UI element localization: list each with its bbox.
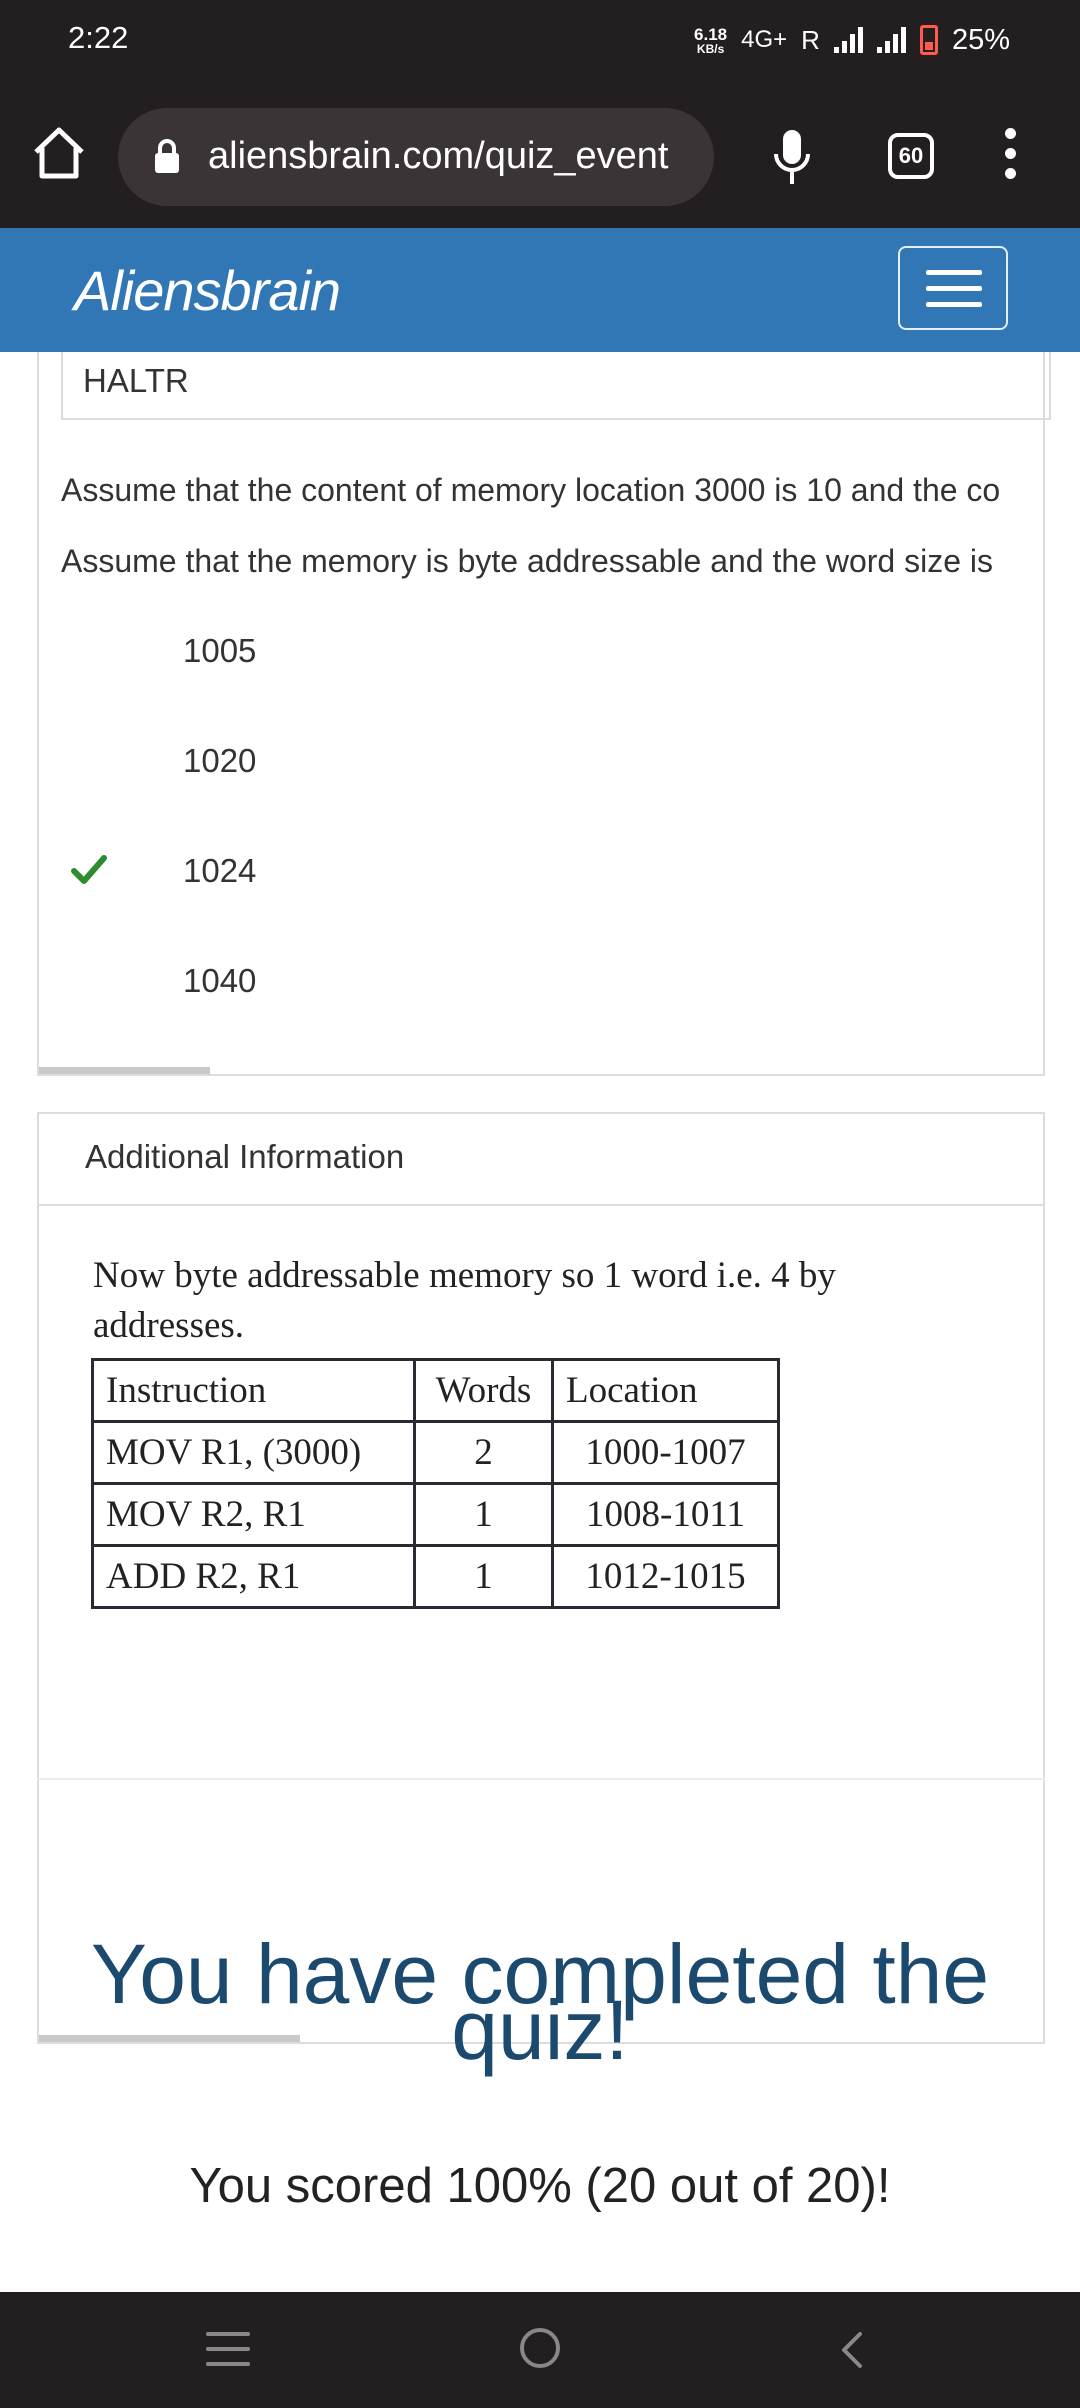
battery-icon xyxy=(919,25,938,55)
additional-info-card: Additional Information Now byte addressa… xyxy=(37,1112,1045,2044)
address-bar[interactable]: aliensbrain.com/quiz_event xyxy=(118,108,714,206)
url-text: aliensbrain.com/quiz_event xyxy=(208,135,669,177)
tab-switcher-button[interactable]: 60 xyxy=(888,133,934,179)
table-cell: 1012-1015 xyxy=(551,1544,780,1609)
table-cell: 2 xyxy=(413,1420,554,1485)
table-cell: 1 xyxy=(413,1482,554,1547)
browser-toolbar: aliensbrain.com/quiz_event 60 xyxy=(0,82,1080,228)
question-text: Assume that the memory is byte addressab… xyxy=(61,543,993,579)
table-header-row: Instruction Words Location xyxy=(91,1358,780,1423)
answer-option[interactable]: 1005 xyxy=(39,602,1039,702)
horizontal-scrollbar[interactable] xyxy=(39,1067,210,1074)
table-header: Words xyxy=(413,1358,554,1423)
hamburger-menu-button[interactable] xyxy=(898,246,1008,330)
solution-table: Instruction Words Location MOV R1, (3000… xyxy=(91,1358,780,1609)
answer-option-correct[interactable]: 1024 xyxy=(39,822,1039,922)
more-options-icon[interactable] xyxy=(1000,128,1020,186)
recent-apps-icon[interactable] xyxy=(206,2332,250,2368)
home-icon[interactable] xyxy=(30,124,88,182)
microphone-icon[interactable] xyxy=(772,128,812,188)
additional-info-title: Additional Information xyxy=(85,1138,405,1175)
option-label: 1040 xyxy=(183,962,257,999)
battery-level: 25% xyxy=(951,23,1010,56)
table-cell: ADD R2, R1 xyxy=(91,1544,416,1609)
lock-icon xyxy=(155,139,179,173)
signal-icon xyxy=(833,27,863,53)
table-cell: 1008-1011 xyxy=(551,1482,780,1547)
signal-icon xyxy=(876,27,906,53)
solution-text: addresses. xyxy=(93,1305,245,1346)
option-label: 1020 xyxy=(183,742,257,779)
status-time: 2:22 xyxy=(68,20,129,55)
previous-option-box: HALTR xyxy=(61,352,1051,420)
completion-title-line: quiz! xyxy=(451,1983,629,2077)
network-type: 4G+ xyxy=(741,26,788,53)
back-icon[interactable] xyxy=(834,2330,874,2370)
network-speed: 6.18 KB/s xyxy=(694,24,728,56)
checkmark-icon xyxy=(71,855,107,884)
previous-option-text: HALTR xyxy=(83,362,189,399)
answer-option[interactable]: 1020 xyxy=(39,712,1039,812)
table-row: ADD R2, R1 1 1012-1015 xyxy=(91,1544,780,1609)
table-cell: MOV R1, (3000) xyxy=(91,1420,416,1485)
question-text: Assume that the content of memory locati… xyxy=(61,472,1001,508)
status-indicators: 6.18 KB/s 4G+ R 25% xyxy=(694,18,1010,62)
home-circle-icon[interactable] xyxy=(520,2328,560,2368)
additional-info-header: Additional Information xyxy=(39,1114,1043,1206)
table-header: Location xyxy=(551,1358,780,1423)
table-row: MOV R1, (3000) 2 1000-1007 xyxy=(91,1420,780,1485)
answer-option[interactable]: 1040 xyxy=(39,932,1039,1032)
table-cell: MOV R2, R1 xyxy=(91,1482,416,1547)
question-card: HALTR Assume that the content of memory … xyxy=(37,352,1051,1076)
table-row: MOV R2, R1 1 1008-1011 xyxy=(91,1482,780,1547)
solution-text: Now byte addressable memory so 1 word i.… xyxy=(93,1255,836,1296)
score-text: You scored 100% (20 out of 20)! xyxy=(189,2159,891,2213)
system-navigation-bar xyxy=(0,2292,1080,2408)
site-navbar: Aliensbrain xyxy=(0,228,1080,352)
section-divider xyxy=(37,1778,1045,1780)
option-label: 1005 xyxy=(183,632,257,669)
status-bar: 2:22 6.18 KB/s 4G+ R 25% xyxy=(0,0,1080,82)
table-cell: 1000-1007 xyxy=(551,1420,780,1485)
option-label: 1024 xyxy=(183,852,257,889)
table-header: Instruction xyxy=(91,1358,416,1423)
table-cell: 1 xyxy=(413,1544,554,1609)
roaming-indicator: R xyxy=(801,24,820,55)
site-logo[interactable]: Aliensbrain xyxy=(74,258,341,323)
